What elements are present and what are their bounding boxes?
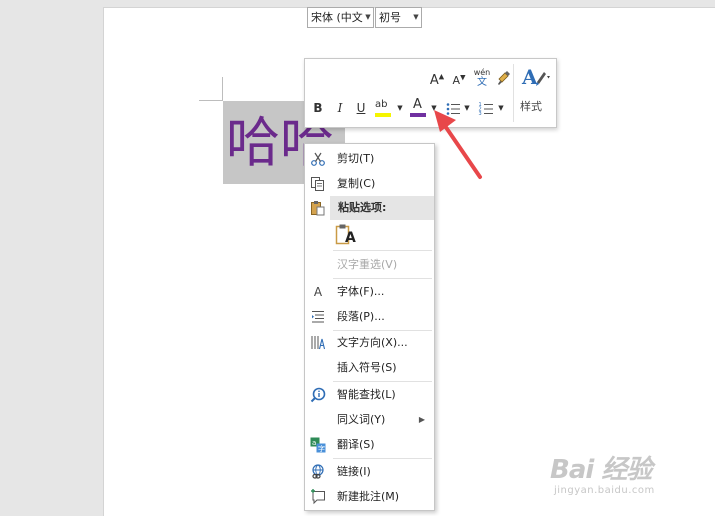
watermark-brand: Bai 经验 [550,455,652,485]
baidu-watermark: Bai 经验 jingyan.baidu.com [550,449,715,515]
watermark-url: jingyan.baidu.com [554,485,655,496]
annotation-arrow-icon [434,110,482,179]
